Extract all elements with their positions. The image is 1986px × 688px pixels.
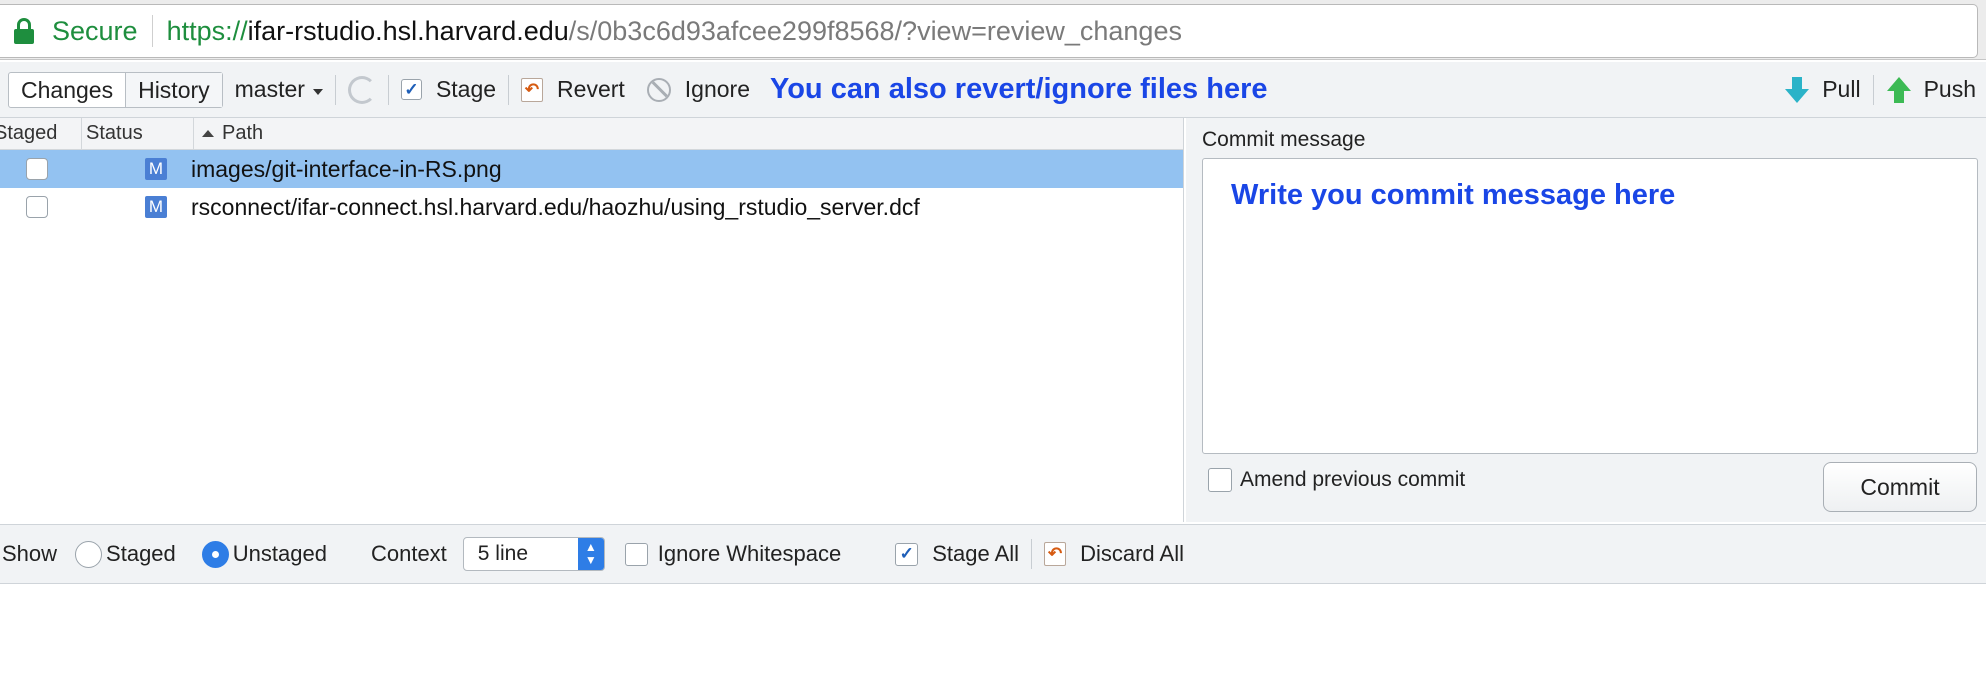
- url-divider: [151, 15, 153, 47]
- browser-address-bar: Secure https:// ifar-rstudio.hsl.harvard…: [0, 0, 1986, 60]
- pull-arrow-icon: [1785, 76, 1810, 103]
- push-label: Push: [1923, 76, 1976, 102]
- secure-label: Secure: [52, 15, 138, 46]
- file-row[interactable]: M rsconnect/ifar-connect.hsl.harvard.edu…: [0, 188, 1183, 226]
- discard-icon[interactable]: ↶: [1044, 542, 1067, 566]
- chevron-down-icon: [312, 88, 323, 95]
- stage-button[interactable]: ✓ Stage: [400, 76, 497, 103]
- column-header-path[interactable]: Path: [194, 118, 263, 149]
- tab-history[interactable]: History: [125, 72, 222, 107]
- ignore-icon: [646, 77, 671, 102]
- toolbar-divider: [1872, 74, 1874, 105]
- unstaged-option-label[interactable]: Unstaged: [233, 541, 327, 567]
- url-field[interactable]: Secure https:// ifar-rstudio.hsl.harvard…: [0, 4, 1978, 58]
- context-value: 5 line: [477, 542, 528, 565]
- tab-changes[interactable]: Changes: [9, 73, 125, 107]
- context-select[interactable]: 5 line ▲ ▼: [462, 537, 605, 571]
- sort-ascending-icon: [202, 130, 214, 137]
- show-label: Show: [2, 541, 58, 566]
- toolbar-divider: [508, 74, 510, 105]
- refresh-icon[interactable]: [347, 75, 376, 104]
- staged-checkbox[interactable]: [26, 158, 48, 180]
- git-toolbar: Changes History master ✓ Stage ↶ Revert …: [0, 62, 1986, 118]
- remote-tools: Pull Push: [1784, 74, 1976, 105]
- select-arrows-icon: ▲ ▼: [577, 538, 604, 570]
- commit-button[interactable]: Commit: [1823, 462, 1977, 512]
- radio-unstaged[interactable]: [201, 540, 229, 568]
- column-header-status[interactable]: Status: [82, 118, 194, 149]
- modified-status-badge: M: [145, 196, 167, 218]
- toolbar-divider: [1031, 539, 1033, 569]
- ignore-label: Ignore: [684, 76, 751, 102]
- amend-checkbox-row[interactable]: Amend previous commit: [1208, 468, 1465, 492]
- modified-status-badge: M: [145, 158, 167, 180]
- revert-icon: ↶: [521, 77, 544, 102]
- url-scheme: https://: [166, 15, 248, 46]
- view-tabs: Changes History: [8, 71, 223, 108]
- ignore-button[interactable]: Ignore: [646, 76, 751, 103]
- revert-button[interactable]: ↶ Revert: [521, 76, 625, 103]
- pull-button[interactable]: Pull: [1784, 75, 1861, 105]
- commit-panel: Commit message Write you commit message …: [1186, 118, 1986, 522]
- push-button[interactable]: Push: [1886, 75, 1976, 105]
- changed-files-list: Staged Status Path M images/git-interfac…: [0, 118, 1184, 522]
- commit-message-input[interactable]: Write you commit message here: [1202, 158, 1978, 454]
- push-arrow-icon: [1886, 76, 1911, 103]
- stage-all-button[interactable]: Stage All: [932, 541, 1019, 567]
- branch-label: master: [234, 76, 305, 102]
- revert-label: Revert: [557, 76, 625, 102]
- path-header-label: Path: [222, 122, 264, 144]
- commit-message-label: Commit message: [1202, 128, 1366, 151]
- file-row[interactable]: M images/git-interface-in-RS.png: [0, 150, 1183, 188]
- stage-label: Stage: [435, 76, 497, 102]
- staged-option-label[interactable]: Staged: [106, 541, 176, 567]
- toolbar-divider: [334, 74, 336, 105]
- amend-checkbox[interactable]: [1208, 468, 1232, 492]
- annotation-revert-ignore: You can also revert/ignore files here: [770, 73, 1268, 105]
- checkbox-icon: ✓: [400, 79, 422, 100]
- branch-selector[interactable]: master: [235, 76, 323, 103]
- discard-all-button[interactable]: Discard All: [1080, 541, 1184, 567]
- file-path: images/git-interface-in-RS.png: [191, 155, 502, 182]
- ignore-whitespace-label: Ignore Whitespace: [657, 541, 842, 566]
- lock-icon: [12, 16, 38, 46]
- diff-options-bar: Show Staged Unstaged Context 5 line ▲ ▼ I…: [0, 524, 1986, 584]
- context-label: Context: [370, 541, 447, 566]
- url-path: /s/0b3c6d93afcee299f8568/?view=review_ch…: [568, 15, 1182, 46]
- column-header-staged[interactable]: Staged: [0, 118, 82, 149]
- url-host: ifar-rstudio.hsl.harvard.edu: [247, 15, 569, 46]
- pull-label: Pull: [1822, 76, 1861, 102]
- ignore-whitespace-checkbox[interactable]: [624, 542, 648, 566]
- file-list-header: Staged Status Path: [0, 118, 1183, 150]
- stage-all-checkbox-icon[interactable]: ✓: [895, 542, 919, 566]
- amend-label: Amend previous commit: [1240, 468, 1466, 491]
- staged-checkbox[interactable]: [26, 196, 48, 218]
- annotation-commit-message: Write you commit message here: [1231, 179, 1676, 211]
- radio-staged[interactable]: [75, 540, 103, 568]
- toolbar-divider: [387, 74, 389, 105]
- file-path: rsconnect/ifar-connect.hsl.harvard.edu/h…: [191, 193, 920, 220]
